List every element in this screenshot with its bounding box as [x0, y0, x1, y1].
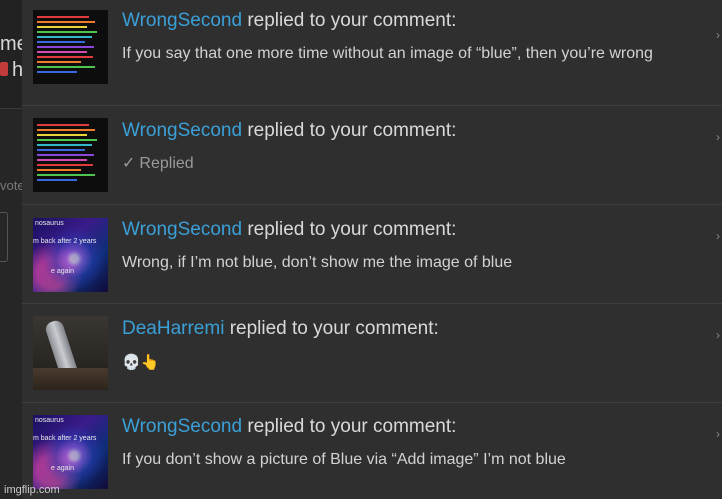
galaxy-caption-3: e again [51, 465, 74, 472]
action-text: replied to your comment: [224, 318, 439, 339]
action-text: replied to your comment: [242, 416, 457, 437]
notification-message: Wrong, if I’m not blue, don’t show me th… [122, 254, 513, 271]
notification-title: WrongSecond replied to your comment: [122, 119, 702, 143]
notification-title: WrongSecond replied to your comment: [122, 218, 702, 242]
gutter-text-1: me [0, 33, 22, 55]
thumb-galaxy: nosaurus m back after 2 years e again [33, 415, 108, 489]
chevron-icon: › [716, 328, 720, 342]
notification-content: WrongSecond replied to your comment: Wro… [122, 218, 702, 274]
galaxy-caption-1: nosaurus [35, 220, 64, 227]
action-text: replied to your comment: [242, 10, 457, 31]
notification-content: WrongSecond replied to your comment: If … [122, 415, 702, 471]
action-text: replied to your comment: [242, 219, 457, 240]
imgflip-watermark: imgflip.com [4, 484, 60, 496]
replied-status: ✓ Replied [122, 153, 702, 175]
thumb-rainbow-text [33, 10, 108, 84]
username-link[interactable]: DeaHarremi [122, 318, 224, 339]
action-text: replied to your comment: [242, 120, 457, 141]
notification-message: If you don’t show a picture of Blue via … [122, 451, 566, 468]
username-link[interactable]: WrongSecond [122, 10, 242, 31]
chevron-icon: › [716, 28, 720, 42]
notification-feed: WrongSecond replied to your comment: If … [22, 0, 722, 499]
chevron-icon: › [716, 130, 720, 144]
gutter-box [0, 212, 8, 262]
notification-message: If you say that one more time without an… [122, 45, 653, 62]
thumb-galaxy: nosaurus m back after 2 years e again [33, 218, 108, 292]
thumb-photo [33, 316, 108, 390]
galaxy-caption-3: e again [51, 268, 74, 275]
thumb-rainbow-text [33, 118, 108, 192]
check-icon: ✓ [122, 155, 136, 172]
chevron-icon: › [716, 427, 720, 441]
gutter-text-2: h [12, 59, 22, 81]
username-link[interactable]: WrongSecond [122, 120, 242, 141]
notification-title: WrongSecond replied to your comment: [122, 9, 702, 33]
replied-label: Replied [139, 155, 194, 172]
gutter-post-preview: me h [0, 0, 22, 109]
galaxy-caption-2: m back after 2 years [33, 238, 97, 245]
username-link[interactable]: WrongSecond [122, 416, 242, 437]
notification-title: DeaHarremi replied to your comment: [122, 317, 702, 341]
notification-item[interactable]: nosaurus m back after 2 years e again Wr… [22, 205, 722, 304]
notification-content: DeaHarremi replied to your comment: 💀👆 [122, 317, 702, 373]
notification-item[interactable]: WrongSecond replied to your comment: ✓ Re… [22, 106, 722, 205]
notification-item[interactable]: nosaurus m back after 2 years e again Wr… [22, 403, 722, 499]
notification-content: WrongSecond replied to your comment: ✓ Re… [122, 119, 702, 175]
galaxy-caption-1: nosaurus [35, 417, 64, 424]
notification-title: WrongSecond replied to your comment: [122, 415, 702, 439]
username-link[interactable]: WrongSecond [122, 219, 242, 240]
left-gutter: me h vote [0, 0, 22, 499]
chevron-icon: › [716, 229, 720, 243]
gutter-vote-label: vote [0, 178, 22, 193]
galaxy-caption-2: m back after 2 years [33, 435, 97, 442]
gutter-red-icon [0, 62, 8, 76]
notification-content: WrongSecond replied to your comment: If … [122, 9, 702, 65]
notification-item[interactable]: WrongSecond replied to your comment: If … [22, 0, 722, 106]
notification-message: 💀👆 [122, 353, 160, 371]
notification-item[interactable]: DeaHarremi replied to your comment: 💀👆 › [22, 304, 722, 403]
